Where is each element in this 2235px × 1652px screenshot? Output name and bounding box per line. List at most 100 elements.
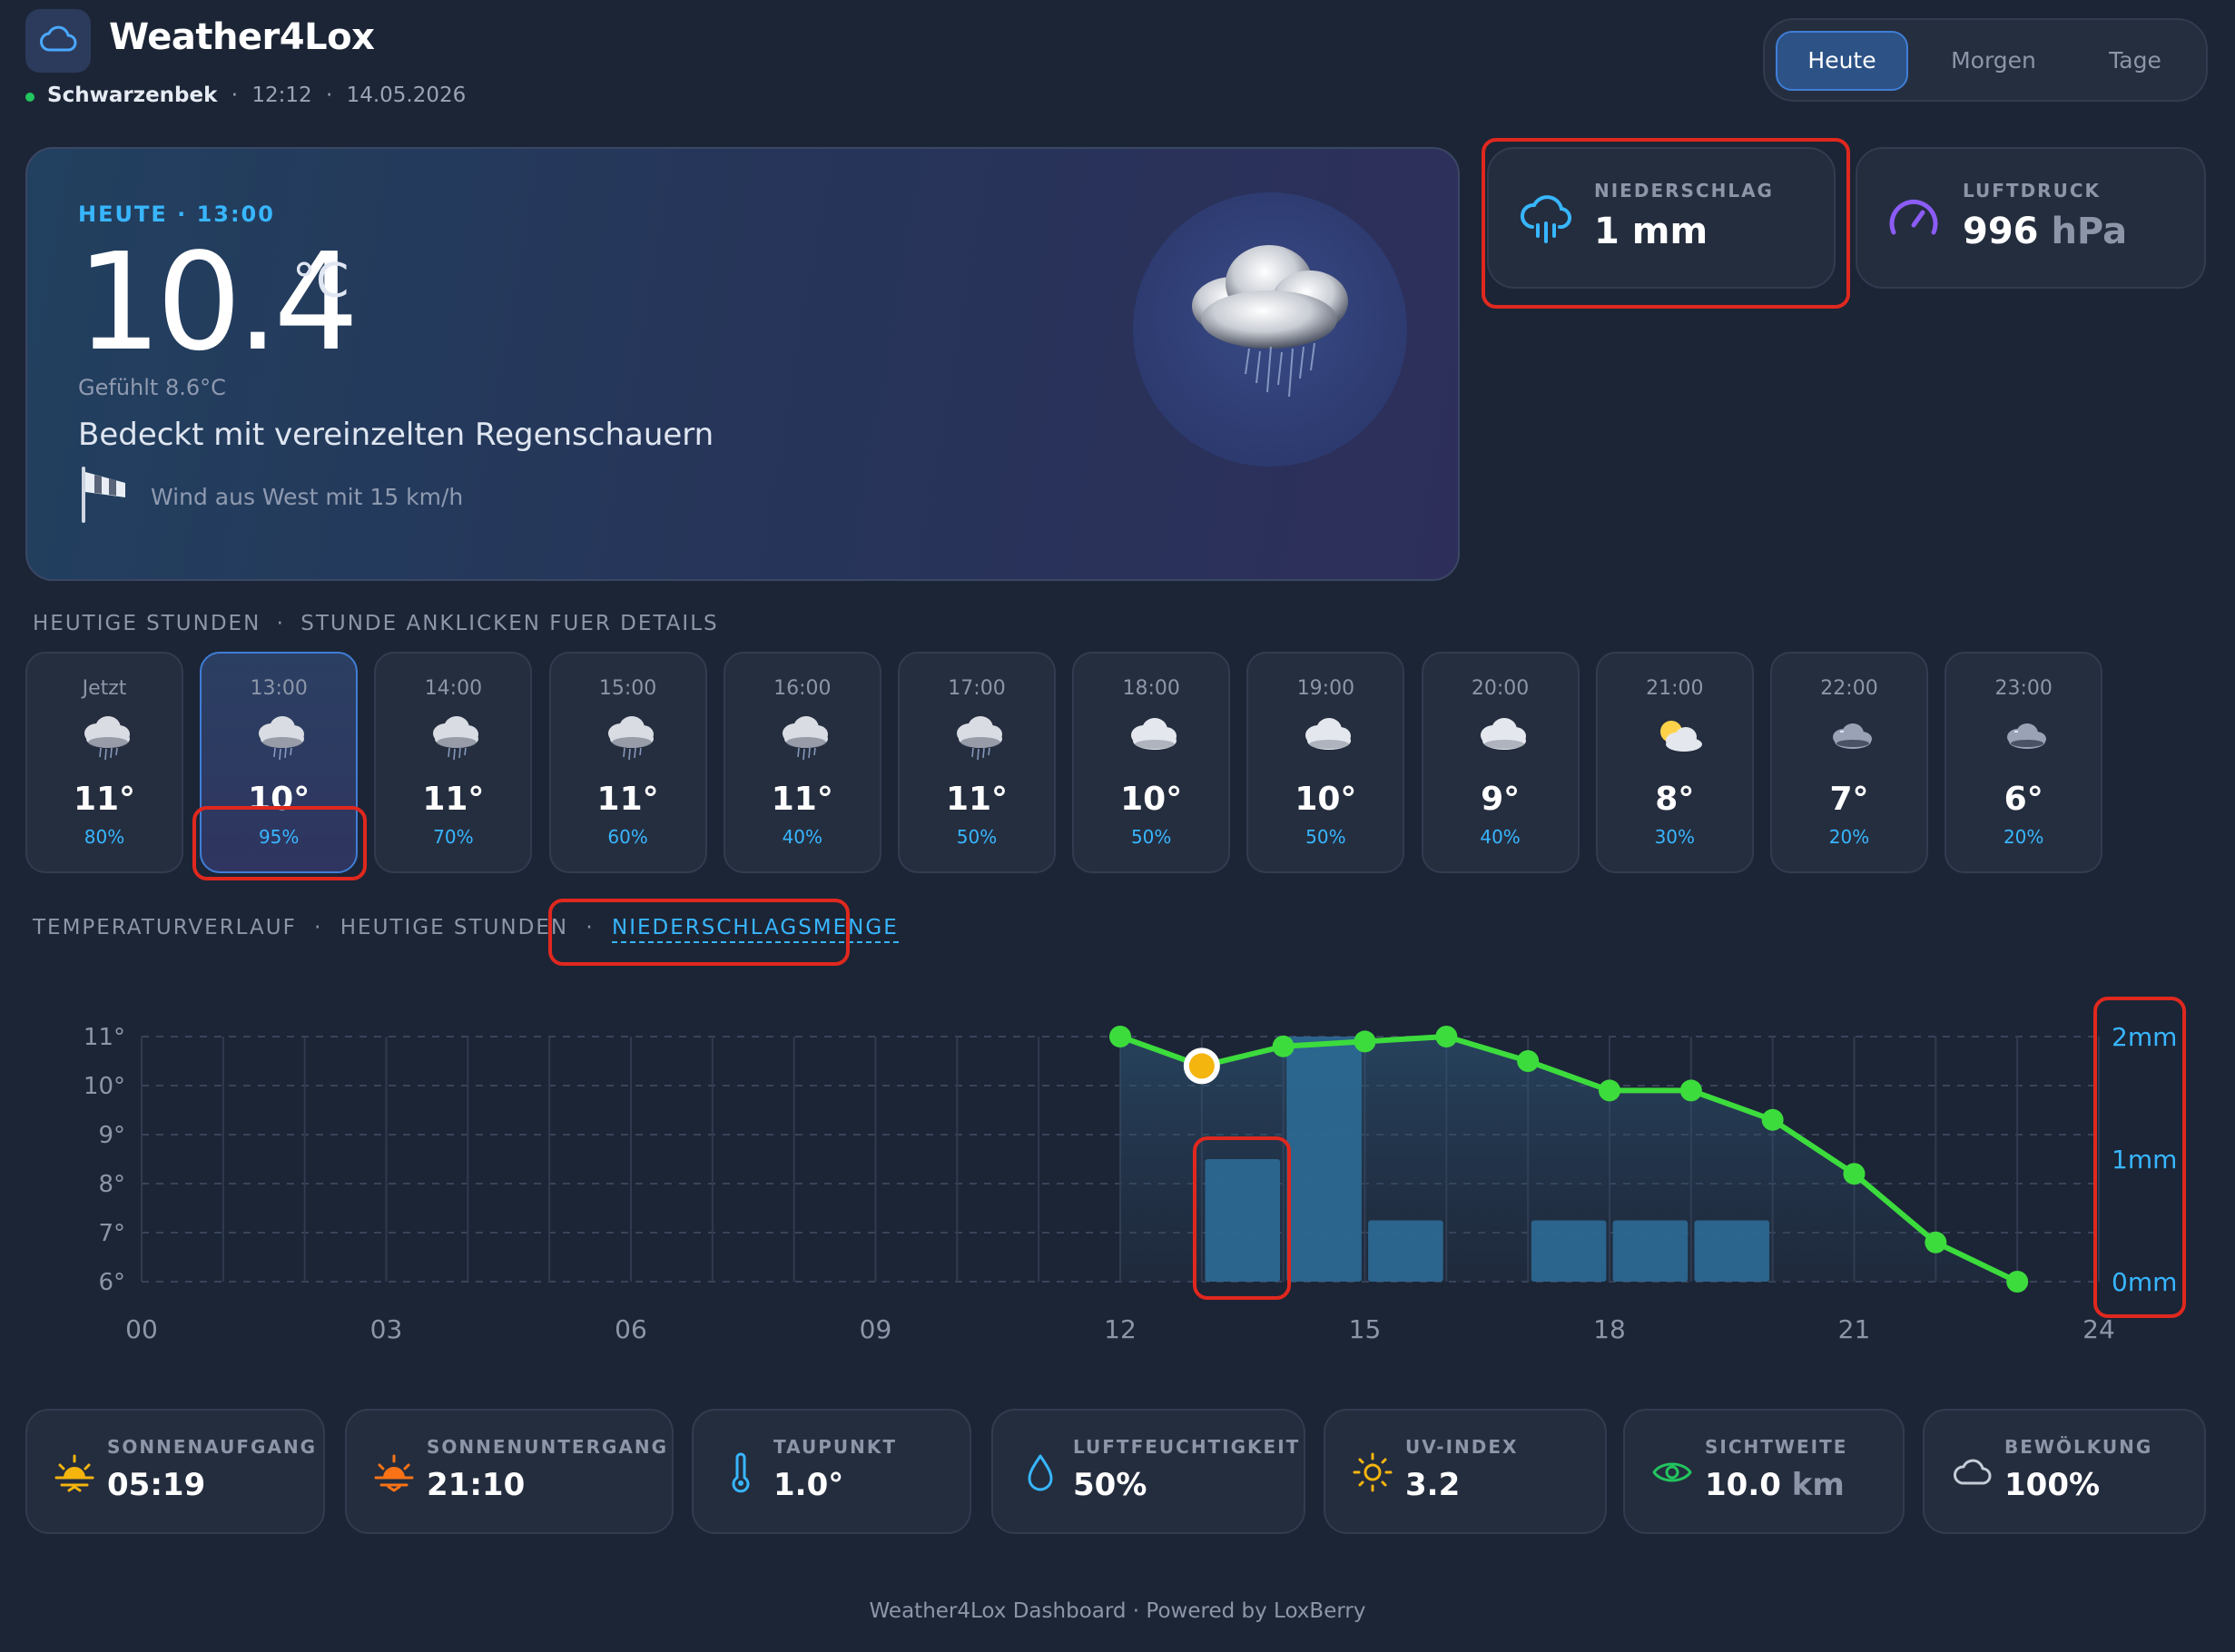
hourly-hint: STUNDE ANKLICKEN FUER DETAILS bbox=[300, 612, 719, 635]
temperature-point bbox=[2006, 1271, 2029, 1293]
hour-temperature: 10° bbox=[1295, 781, 1357, 818]
hour-precip-chance: 20% bbox=[2003, 826, 2044, 848]
hour-time: 23:00 bbox=[1994, 677, 2053, 700]
y-tick-label: 8° bbox=[98, 1171, 125, 1198]
detail-number: 10.0 bbox=[1705, 1467, 1781, 1503]
app-logo bbox=[25, 9, 91, 73]
detail-label: SONNENAUFGANG bbox=[107, 1436, 318, 1458]
hour-precip-chance: 80% bbox=[84, 826, 125, 848]
tab-niederschlagsmenge[interactable]: NIEDERSCHLAGSMENGE bbox=[612, 916, 899, 943]
gauge-icon bbox=[1889, 199, 1938, 235]
precipitation-label: NIEDERSCHLAG bbox=[1594, 180, 1774, 202]
cloud-icon bbox=[1472, 712, 1533, 762]
precip-bar bbox=[1531, 1220, 1607, 1282]
cloudy-night-icon bbox=[1820, 712, 1882, 762]
tab-heutige-stunden[interactable]: HEUTIGE STUNDEN bbox=[340, 916, 568, 939]
detail-tile: SONNENUNTERGANG 21:10 bbox=[345, 1409, 674, 1534]
hour-time: 19:00 bbox=[1296, 677, 1355, 700]
x-tick-label: 15 bbox=[1349, 1314, 1382, 1344]
hour-tile[interactable]: Jetzt 11° 80% bbox=[25, 652, 183, 873]
hour-time: 21:00 bbox=[1646, 677, 1704, 700]
sun-icon bbox=[1351, 1450, 1394, 1494]
weather-orb bbox=[1133, 192, 1407, 467]
y2-tick-label: 2mm bbox=[2112, 1022, 2177, 1052]
x-tick-label: 00 bbox=[125, 1314, 158, 1344]
pressure-unit: hPa bbox=[2051, 211, 2128, 252]
detail-number: 100% bbox=[2004, 1467, 2101, 1503]
hour-tile[interactable]: 18:00 10° 50% bbox=[1072, 652, 1231, 873]
precip-bar bbox=[1694, 1220, 1770, 1282]
hour-temperature: 9° bbox=[1481, 781, 1521, 818]
precip-bar bbox=[1612, 1220, 1689, 1282]
x-tick-label: 21 bbox=[1838, 1314, 1871, 1344]
wind-info: Wind aus West mit 15 km/h bbox=[151, 484, 464, 510]
hour-tile[interactable]: 19:00 10° 50% bbox=[1246, 652, 1405, 873]
hour-time: 14:00 bbox=[424, 677, 483, 700]
separator: · bbox=[276, 612, 285, 635]
hour-precip-chance: 20% bbox=[1828, 826, 1870, 848]
detail-tile: LUFTFEUCHTIGKEIT 50% bbox=[991, 1409, 1305, 1534]
detail-value: 50% bbox=[1073, 1467, 1147, 1503]
detail-label: UV-INDEX bbox=[1405, 1436, 1519, 1458]
hour-time: 16:00 bbox=[773, 677, 832, 700]
detail-tile: SONNENAUFGANG 05:19 bbox=[25, 1409, 325, 1534]
precip-bar bbox=[1286, 1037, 1362, 1282]
cloudy-night-icon bbox=[1994, 712, 2056, 762]
detail-tile: UV-INDEX 3.2 bbox=[1324, 1409, 1607, 1534]
hour-time: 13:00 bbox=[250, 677, 308, 700]
x-tick-label: 18 bbox=[1593, 1314, 1626, 1344]
weather-description: Bedeckt mit vereinzelten Regenschauern bbox=[78, 417, 714, 453]
tab-morgen[interactable]: Morgen bbox=[1926, 31, 2061, 91]
hour-temperature: 11° bbox=[596, 781, 659, 818]
hour-temperature: 7° bbox=[1829, 781, 1869, 818]
hour-tile[interactable]: 15:00 11° 60% bbox=[548, 652, 707, 873]
hour-temperature: 11° bbox=[73, 781, 136, 818]
tab-temperaturverlauf[interactable]: TEMPERATURVERLAUF bbox=[33, 916, 297, 939]
y-tick-label: 6° bbox=[98, 1269, 125, 1296]
detail-value: 05:19 bbox=[107, 1467, 205, 1503]
location-line: Schwarzenbek · 12:12 · 14.05.2026 bbox=[47, 84, 466, 107]
hour-precip-chance: 40% bbox=[1480, 826, 1521, 848]
y-tick-label: 10° bbox=[84, 1073, 125, 1100]
y-tick-label: 9° bbox=[98, 1122, 125, 1149]
partly-cloudy-icon bbox=[1646, 712, 1708, 762]
detail-tile: SICHTWEITE 10.0 km bbox=[1623, 1409, 1905, 1534]
y-tick-label: 11° bbox=[84, 1024, 125, 1051]
temperature-point bbox=[1354, 1030, 1376, 1053]
hour-tile[interactable]: 22:00 7° 20% bbox=[1770, 652, 1928, 873]
detail-number: 50% bbox=[1073, 1467, 1147, 1503]
detail-label: SONNENUNTERGANG bbox=[427, 1436, 669, 1458]
hour-temperature: 10° bbox=[1120, 781, 1183, 818]
detail-value: 1.0° bbox=[773, 1467, 843, 1503]
temperature-point bbox=[1843, 1163, 1866, 1185]
temperature-unit: °C bbox=[292, 254, 350, 309]
tab-tage[interactable]: Tage bbox=[2073, 31, 2197, 91]
x-tick-label: 06 bbox=[615, 1314, 647, 1344]
separator: · bbox=[586, 916, 595, 939]
hour-tile[interactable]: 17:00 11° 50% bbox=[898, 652, 1056, 873]
tab-heute[interactable]: Heute bbox=[1776, 31, 1908, 91]
eye-icon bbox=[1650, 1450, 1694, 1494]
y-tick-label: 7° bbox=[98, 1220, 125, 1247]
hour-tile[interactable]: 16:00 11° 40% bbox=[723, 652, 881, 873]
temperature-point bbox=[1925, 1231, 1947, 1254]
cloud-icon bbox=[40, 25, 77, 52]
rain-cloud-icon bbox=[599, 712, 661, 762]
hour-tile[interactable]: 13:00 10° 95% bbox=[200, 652, 359, 873]
droplet-icon bbox=[1019, 1450, 1062, 1494]
hour-temperature: 10° bbox=[248, 781, 310, 818]
sunset-icon bbox=[372, 1450, 416, 1494]
hour-tile[interactable]: 23:00 6° 20% bbox=[1945, 652, 2103, 873]
hour-tile[interactable]: 14:00 11° 70% bbox=[374, 652, 533, 873]
rain-cloud-icon bbox=[773, 712, 835, 762]
cloud-outline-icon bbox=[1950, 1450, 1994, 1494]
cloud-icon bbox=[1296, 712, 1358, 762]
temperature-point bbox=[1109, 1026, 1131, 1047]
hero-label: HEUTE · 13:00 bbox=[78, 202, 275, 227]
hour-time: Jetzt bbox=[82, 677, 127, 700]
hour-tile[interactable]: 21:00 8° 30% bbox=[1595, 652, 1754, 873]
hour-tile[interactable]: 20:00 9° 40% bbox=[1421, 652, 1580, 873]
hour-temperature: 11° bbox=[771, 781, 833, 818]
status-dot bbox=[25, 93, 34, 102]
hourly-title: HEUTIGE STUNDEN bbox=[33, 612, 261, 635]
